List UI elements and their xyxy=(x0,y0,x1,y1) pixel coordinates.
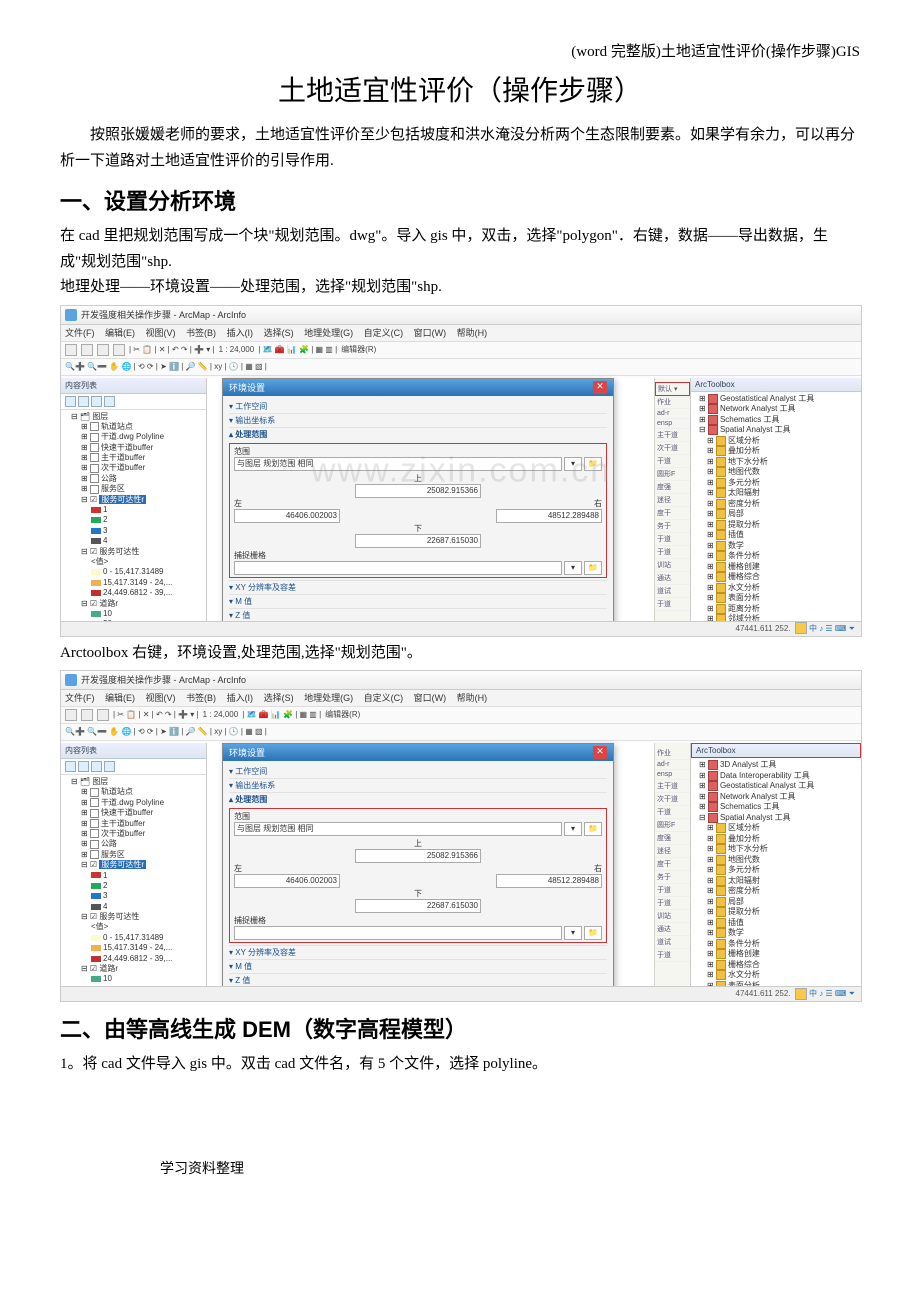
list-by-visibility-icon[interactable] xyxy=(91,396,102,407)
arctoolbox-header: ArcToolbox xyxy=(691,743,861,758)
page-footer: 学习资料整理 xyxy=(60,1158,860,1178)
menu-bar[interactable]: 文件(F) 编辑(E) 视图(V) 书签(B) 插入(I) 选择(S) 地理处理… xyxy=(61,325,861,342)
dialog-title: 环境设置 xyxy=(229,381,265,394)
new-icon[interactable] xyxy=(65,344,77,356)
intro-paragraph: 按照张媛媛老师的要求，土地适宜性评价至少包括坡度和洪水淹没分析两个生态限制要素。… xyxy=(60,123,860,174)
menu-select[interactable]: 选择(S) xyxy=(264,328,294,338)
close-icon[interactable]: ✕ xyxy=(593,381,607,394)
window-title-bar: 开发强度相关操作步骤 - ArcMap - ArcInfo xyxy=(61,671,861,690)
side-tab-strip[interactable]: 默认 ▾ 作业ad-rensp 主干道次干道干道 圆形F度强迷径 度干务于于道 … xyxy=(654,378,690,622)
menu-view[interactable]: 视图(V) xyxy=(146,328,176,338)
toolbar-standard[interactable]: | ✂ 📋 | ✕ | ↶ ↷ | ➕ ▾ | 1 : 24,000 | 🗺️ … xyxy=(61,707,861,724)
list-by-visibility-icon[interactable] xyxy=(91,761,102,772)
browse-icon[interactable]: 📁 xyxy=(584,457,602,471)
status-bar: 47441.611 252. 中 ♪ ☰ ⌨ ⏷ xyxy=(61,986,861,1001)
table-of-contents[interactable]: 内容列表 ⊟ 🗂 图层 ⊞ 轨道站点 ⊞ 干道.dwg Polyline ⊞ 快… xyxy=(61,378,207,622)
dialog-title-bar[interactable]: 环境设置 ✕ xyxy=(223,379,613,396)
section-2-heading: 二、由等高线生成 DEM（数字高程模型） xyxy=(60,1012,860,1044)
list-by-source-icon[interactable] xyxy=(78,761,89,772)
map-canvas[interactable]: 环境设置 ✕ ▾ 工作空间 ▾ 输出坐标系 ▴ 处理范围 范围 与图层 规划范围… xyxy=(207,743,654,987)
processing-extent-section: 范围 与图层 规划范围 相同 ▾ 📁 上 25082.915366 左4640 xyxy=(229,443,607,578)
side-tab-strip[interactable]: 作业ad-rensp 主干道次干道干道 圆形F度强迷径 度干务于于道 于道训站通… xyxy=(654,743,690,987)
scale-combo[interactable]: 1 : 24,000 xyxy=(219,342,255,358)
menu-insert[interactable]: 插入(I) xyxy=(227,328,254,338)
toolbar-tools[interactable]: 🔍➕ 🔍➖ ✋ 🌐 | ⟲ ⟳ | ➤ ℹ️ | 🔎 📏 | xy | 🕓 | … xyxy=(61,724,861,741)
toc-header: 内容列表 xyxy=(61,378,206,394)
browse-icon[interactable]: 📁 xyxy=(584,561,602,575)
menu-edit[interactable]: 编辑(E) xyxy=(105,328,135,338)
menu-help[interactable]: 帮助(H) xyxy=(457,328,488,338)
arctoolbox-tree[interactable]: ⊞ Geostatistical Analyst 工具 ⊞ Network An… xyxy=(691,392,861,637)
menu-customize[interactable]: 自定义(C) xyxy=(364,328,404,338)
open-icon[interactable] xyxy=(81,709,93,721)
arcmap-screenshot-2: 开发强度相关操作步骤 - ArcMap - ArcInfo 文件(F) 编辑(E… xyxy=(60,670,862,1002)
tray-icon[interactable] xyxy=(795,622,807,634)
map-canvas[interactable]: 环境设置 ✕ ▾ 工作空间 ▾ 输出坐标系 ▴ 处理范围 范围 与图层 规划范围… xyxy=(207,378,654,622)
tray-icon[interactable] xyxy=(795,988,807,1000)
table-of-contents[interactable]: 内容列表 ⊟ 🗂 图层 ⊞ 轨道站点 ⊞ 干道.dwg Polyline ⊞ 快… xyxy=(61,743,207,987)
arcmap-screenshot-1: 开发强度相关操作步骤 - ArcMap - ArcInfo 文件(F) 编辑(E… xyxy=(60,305,862,637)
menu-geoprocessing[interactable]: 地理处理(G) xyxy=(304,328,353,338)
list-by-selection-icon[interactable] xyxy=(104,761,115,772)
list-by-selection-icon[interactable] xyxy=(104,396,115,407)
window-title: 开发强度相关操作步骤 - ArcMap - ArcInfo xyxy=(81,671,246,689)
editor-label[interactable]: 编辑器(R) xyxy=(341,342,376,358)
dropdown-icon[interactable]: ▾ xyxy=(564,561,582,575)
arctoolbox-header: ArcToolbox xyxy=(691,378,861,392)
extent-combo[interactable]: 与图层 规划范围 相同 xyxy=(234,457,562,471)
sec2-p1: 1。将 cad 文件导入 gis 中。双击 cad 文件名，有 5 个文件，选择… xyxy=(60,1052,860,1078)
close-icon[interactable]: ✕ xyxy=(593,746,607,759)
arcmap-logo-icon xyxy=(65,309,77,321)
sec1-p3: Arctoolbox 右键，环境设置,处理范围,选择"规划范围"。 xyxy=(60,641,860,667)
open-icon[interactable] xyxy=(81,344,93,356)
sec1-p1: 在 cad 里把规划范围写成一个块"规划范围。dwg"。导入 gis 中，双击，… xyxy=(60,224,860,275)
environment-settings-dialog: 环境设置 ✕ ▾ 工作空间 ▾ 输出坐标系 ▴ 处理范围 范围 与图层 规划范围… xyxy=(222,743,614,1002)
arcmap-logo-icon xyxy=(65,674,77,686)
list-by-drawing-icon[interactable] xyxy=(65,396,76,407)
new-icon[interactable] xyxy=(65,709,77,721)
environment-settings-dialog: 环境设置 ✕ ▾ 工作空间 ▾ 输出坐标系 ▴ 处理范围 范围 与图层 规划范围… xyxy=(222,378,614,637)
save-icon[interactable] xyxy=(97,709,109,721)
window-title: 开发强度相关操作步骤 - ArcMap - ArcInfo xyxy=(81,306,246,324)
status-bar: 47441.611 252. 中 ♪ ☰ ⌨ ⏷ xyxy=(61,621,861,636)
window-title-bar: 开发强度相关操作步骤 - ArcMap - ArcInfo xyxy=(61,306,861,325)
print-icon[interactable] xyxy=(113,344,125,356)
toc-tree[interactable]: ⊟ 🗂 图层 ⊞ 轨道站点 ⊞ 干道.dwg Polyline ⊞ 快速干道bu… xyxy=(61,410,206,622)
main-title: 土地适宜性评价（操作步骤） xyxy=(60,69,860,109)
list-by-source-icon[interactable] xyxy=(78,396,89,407)
save-icon[interactable] xyxy=(97,344,109,356)
menu-bookmark[interactable]: 书签(B) xyxy=(186,328,216,338)
sec1-p2: 地理处理——环境设置——处理范围，选择"规划范围"shp. xyxy=(60,275,860,301)
menu-window[interactable]: 窗口(W) xyxy=(414,328,447,338)
section-1-heading: 一、设置分析环境 xyxy=(60,184,860,216)
menu-file[interactable]: 文件(F) xyxy=(65,328,95,338)
dropdown-icon[interactable]: ▾ xyxy=(564,457,582,471)
snap-raster-input[interactable] xyxy=(234,561,562,575)
list-by-drawing-icon[interactable] xyxy=(65,761,76,772)
toc-toolbar[interactable] xyxy=(61,394,206,410)
toolbar-tools[interactable]: 🔍➕ 🔍➖ ✋ 🌐 | ⟲ ⟳ | ➤ ℹ️ | 🔎 📏 | xy | 🕓 | … xyxy=(61,359,861,376)
page-header-right: (word 完整版)土地适宜性评价(操作步骤)GIS xyxy=(60,40,860,61)
arctoolbox-panel[interactable]: ArcToolbox ⊞ 3D Analyst 工具 ⊞ Data Intero… xyxy=(690,743,861,987)
toolbar-standard[interactable]: | ✂ 📋 | ✕ | ↶ ↷ | ➕ ▾ | 1 : 24,000 | 🗺️ … xyxy=(61,342,861,359)
arctoolbox-panel[interactable]: ArcToolbox ⊞ Geostatistical Analyst 工具 ⊞… xyxy=(690,378,861,622)
default-dropdown[interactable]: 默认 ▾ xyxy=(655,382,690,396)
menu-bar[interactable]: 文件(F) 编辑(E) 视图(V) 书签(B) 插入(I) 选择(S) 地理处理… xyxy=(61,690,861,707)
